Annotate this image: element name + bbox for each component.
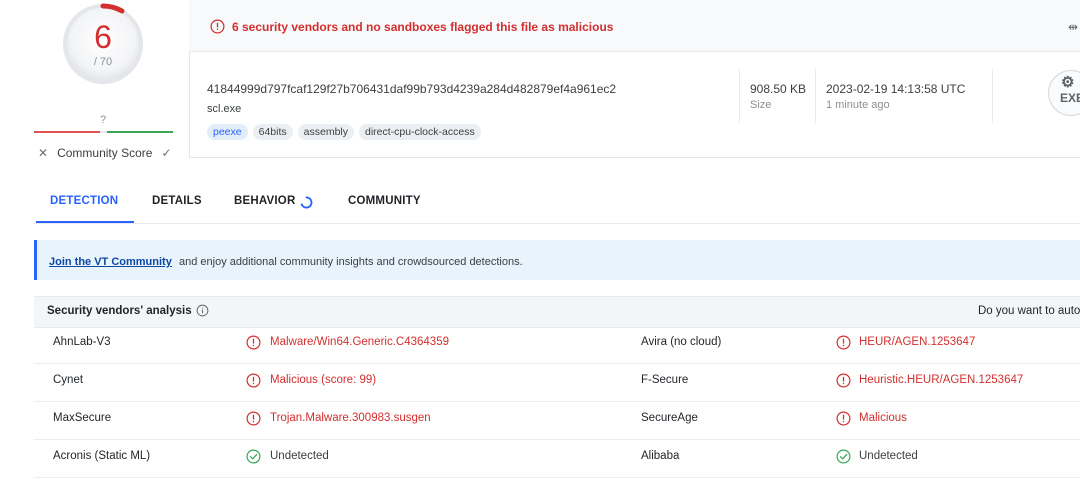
file-size-label: Size <box>750 99 772 111</box>
vendor-result: Undetected <box>270 450 329 462</box>
alert-circle-icon <box>246 335 261 350</box>
auto-analyze-prompt: Do you want to auto <box>978 305 1080 317</box>
vendor-name: Acronis (Static ML) <box>53 450 151 462</box>
alert-circle-icon <box>246 373 261 388</box>
vendor-row <box>34 401 1080 440</box>
vendor-total: / 70 <box>93 56 113 68</box>
join-community-link[interactable]: Join the VT Community <box>49 256 172 268</box>
community-score-value: ? <box>99 114 107 126</box>
vendor-row <box>34 439 1080 478</box>
vendor-name: F-Secure <box>641 374 689 386</box>
alert-circle-icon <box>246 411 261 426</box>
vendor-result: HEUR/AGEN.1253647 <box>859 336 976 348</box>
vendor-name: MaxSecure <box>53 412 112 424</box>
tab-detection[interactable]: DETECTION <box>50 195 118 207</box>
vendors-table-title: Security vendors' analysis <box>47 305 192 317</box>
vendor-name: Avira (no cloud) <box>641 336 722 348</box>
vote-harmless-icon[interactable]: ✓ <box>161 146 171 160</box>
community-score-row: ✕ Community Score ✓ <box>38 145 172 161</box>
tab-behavior[interactable]: BEHAVIOR <box>234 195 295 207</box>
tabs-divider <box>34 223 1080 224</box>
divider <box>992 69 993 123</box>
reanalyze-icon[interactable]: ⇹ <box>1068 20 1078 34</box>
alert-circle-icon <box>836 373 851 388</box>
vendor-name: SecureAge <box>641 412 698 424</box>
file-tag[interactable]: 64bits <box>252 124 293 140</box>
vote-malicious-icon[interactable]: ✕ <box>38 146 48 160</box>
file-name: scl.exe <box>207 103 242 115</box>
detection-count: 6 <box>94 19 112 55</box>
tab-details[interactable]: DETAILS <box>152 195 202 207</box>
gears-icon: ⚙ <box>1061 74 1075 91</box>
file-tag[interactable]: peexe <box>207 124 248 140</box>
vendor-result: Malicious (score: 99) <box>270 374 377 386</box>
file-tags: peexe 64bits assembly direct-cpu-clock-a… <box>207 124 481 140</box>
info-icon[interactable] <box>196 304 209 317</box>
vendor-name: Cynet <box>53 374 84 386</box>
file-size-value: 908.50 KB <box>750 82 807 96</box>
file-tag[interactable]: direct-cpu-clock-access <box>359 124 481 140</box>
vendor-result: Undetected <box>859 450 918 462</box>
community-score-bar-positive <box>107 131 173 133</box>
vendor-result: Malicious <box>859 412 907 424</box>
vendor-name: Alibaba <box>641 450 680 462</box>
loading-spinner-icon <box>300 196 313 209</box>
file-tag[interactable]: assembly <box>297 124 354 140</box>
vendor-result: Malware/Win64.Generic.C4364359 <box>270 336 449 348</box>
tab-community[interactable]: COMMUNITY <box>348 195 421 207</box>
alert-circle-icon <box>836 411 851 426</box>
divider <box>815 69 816 123</box>
community-score-bar <box>34 131 173 133</box>
community-banner-text: and enjoy additional community insights … <box>179 256 523 268</box>
analysis-date-relative: 1 minute ago <box>826 99 890 111</box>
vendor-result: Heuristic.HEUR/AGEN.1253647 <box>859 374 1024 386</box>
community-score-bar-negative <box>34 131 100 133</box>
detection-alert-text: 6 security vendors and no sandboxes flag… <box>232 20 614 34</box>
vendor-name: AhnLab-V3 <box>53 336 111 348</box>
alert-circle-icon <box>210 19 225 34</box>
community-score-label: Community Score <box>57 146 153 160</box>
file-hash[interactable]: 41844999d797fcaf129f27b706431daf99b793d4… <box>207 82 616 96</box>
alert-circle-icon <box>836 335 851 350</box>
file-type-label: EXE <box>1060 91 1080 105</box>
check-circle-icon <box>836 449 851 464</box>
divider <box>739 69 740 123</box>
analysis-date-value: 2023-02-19 14:13:58 UTC <box>826 82 966 96</box>
check-circle-icon <box>246 449 261 464</box>
vendor-result: Trojan.Malware.300983.susgen <box>270 412 431 424</box>
